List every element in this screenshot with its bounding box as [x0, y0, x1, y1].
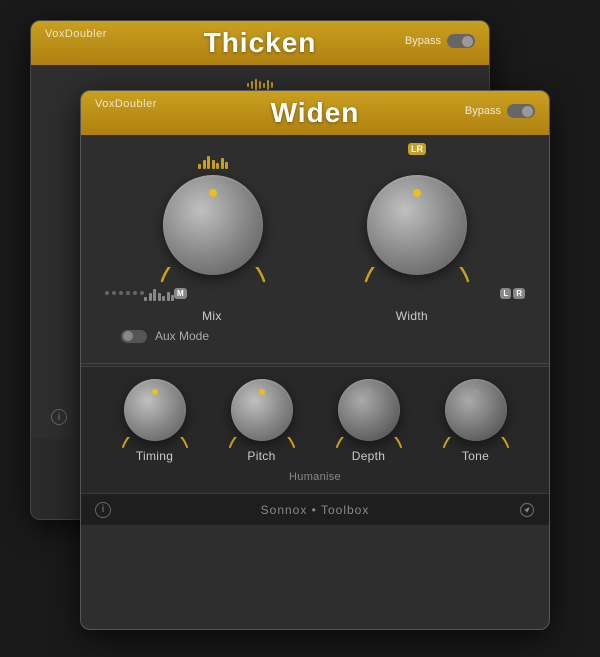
widen-mix-label: Mix: [202, 309, 222, 323]
widen-aux-label: Aux Mode: [155, 329, 209, 343]
thicken-bypass-group: Bypass: [405, 34, 475, 48]
widen-mix-knob[interactable]: [163, 175, 263, 275]
widen-tone-dot: [473, 389, 479, 395]
widen-width-knob-wrapper: [367, 175, 467, 275]
widen-footer: i Sonnox • Toolbox: [81, 493, 549, 525]
widen-r-badge: R: [513, 288, 525, 299]
widen-depth-label: Depth: [352, 449, 386, 463]
widen-tone-label: Tone: [462, 449, 489, 463]
widen-width-area: LR: [367, 153, 467, 275]
thicken-info-button[interactable]: i: [51, 409, 67, 425]
widen-humanise-label: Humanise: [289, 469, 341, 483]
widen-tone-container: Tone: [445, 379, 507, 463]
widen-aux-row: Aux Mode: [101, 323, 529, 351]
widen-upper: LR: [81, 135, 549, 361]
widen-section-divider: [81, 363, 549, 364]
thicken-header: VoxDoubler Thicken Bypass: [31, 21, 489, 65]
widen-mix-dot: [209, 189, 217, 197]
widen-aux-toggle[interactable]: [121, 330, 147, 343]
widen-m-badge: M: [174, 288, 187, 299]
widen-bypass-label: Bypass: [465, 105, 501, 117]
widen-bypass-group: Bypass: [465, 104, 535, 118]
widen-tone-knob[interactable]: [445, 379, 507, 441]
widen-pitch-wrapper: [231, 379, 293, 441]
widen-humanise-knobs: Timing Pitch: [101, 379, 529, 463]
thicken-brand: VoxDoubler: [45, 28, 107, 40]
thicken-bypass-label: Bypass: [405, 35, 441, 47]
widen-mix-meter: [198, 153, 228, 169]
widen-indicators-row: M L R: [101, 285, 529, 301]
widen-depth-wrapper: [338, 379, 400, 441]
widen-pitch-dot: [259, 389, 265, 395]
widen-body: LR: [81, 135, 549, 525]
widen-tone-wrapper: [445, 379, 507, 441]
widen-humanise-label-area: Humanise: [101, 467, 529, 485]
widen-pitch-label: Pitch: [247, 449, 275, 463]
widen-panel: VoxDoubler Widen Bypass: [80, 90, 550, 630]
widen-pitch-knob[interactable]: [231, 379, 293, 441]
widen-timing-label: Timing: [136, 449, 173, 463]
widen-label-row: Mix Width: [101, 307, 529, 323]
widen-center-meter: [144, 285, 174, 301]
widen-bypass-toggle[interactable]: [507, 104, 535, 118]
widen-depth-dot: [366, 389, 372, 395]
widen-header: VoxDoubler Widen Bypass: [81, 91, 549, 135]
thicken-bypass-toggle[interactable]: [447, 34, 475, 48]
widen-depth-container: Depth: [338, 379, 400, 463]
widen-timing-dot: [152, 389, 158, 395]
widen-compass-icon[interactable]: [519, 502, 535, 518]
widen-width-label: Width: [396, 309, 428, 323]
widen-info-button[interactable]: i: [95, 502, 111, 518]
widen-pitch-container: Pitch: [231, 379, 293, 463]
widen-mix-area: [163, 153, 263, 275]
widen-lr-badge: LR: [408, 143, 426, 155]
widen-timing-knob[interactable]: [124, 379, 186, 441]
widen-depth-knob[interactable]: [338, 379, 400, 441]
widen-main-knobs-row: LR: [101, 153, 529, 275]
widen-timing-container: Timing: [124, 379, 186, 463]
widen-left-dots: [105, 291, 144, 295]
widen-l-badge: L: [500, 288, 511, 299]
widen-width-knob[interactable]: [367, 175, 467, 275]
widen-timing-wrapper: [124, 379, 186, 441]
widen-brand: VoxDoubler: [95, 98, 157, 110]
widen-footer-brand: Sonnox • Toolbox: [261, 503, 370, 517]
widen-lower: Timing Pitch: [81, 366, 549, 493]
widen-width-dot: [413, 189, 421, 197]
widen-mix-knob-wrapper: [163, 175, 263, 275]
